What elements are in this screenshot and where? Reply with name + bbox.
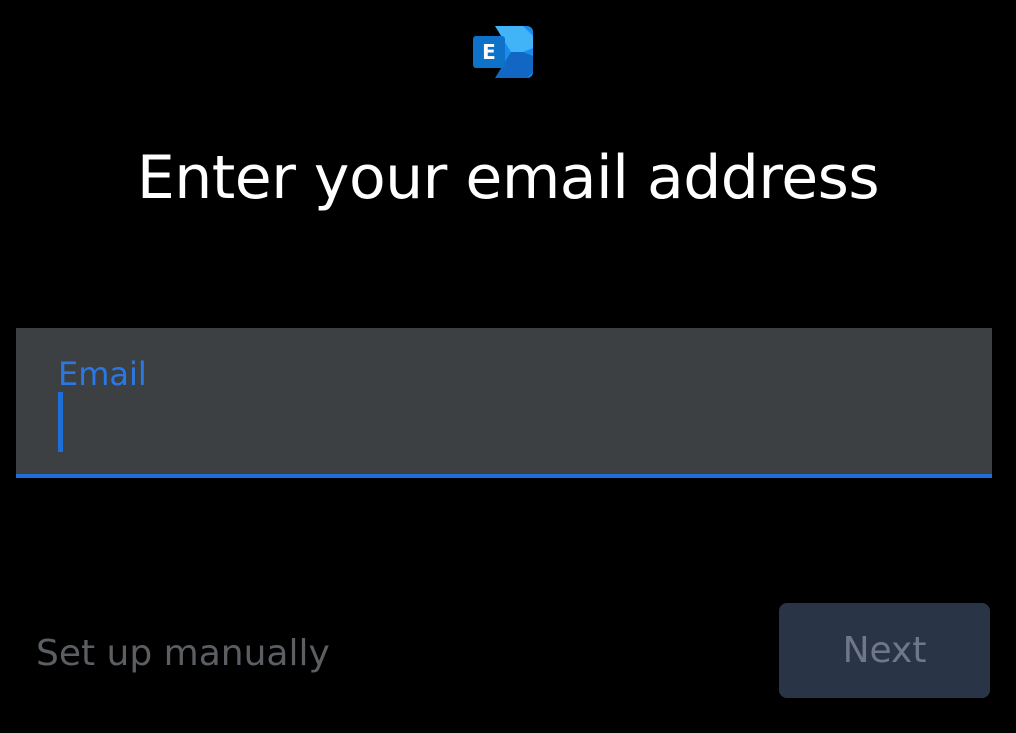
next-button[interactable]: Next bbox=[779, 603, 990, 698]
email-input[interactable] bbox=[58, 392, 958, 456]
logo-letter: E bbox=[482, 40, 496, 64]
email-field[interactable]: Email bbox=[16, 328, 992, 478]
email-field-label: Email bbox=[58, 355, 147, 393]
set-up-manually-link[interactable]: Set up manually bbox=[36, 630, 330, 678]
text-cursor bbox=[58, 392, 63, 452]
sign-in-screen: E Enter your email address Email Set up … bbox=[0, 0, 1016, 733]
page-title: Enter your email address bbox=[136, 143, 880, 213]
exchange-logo-icon: E bbox=[473, 26, 533, 78]
